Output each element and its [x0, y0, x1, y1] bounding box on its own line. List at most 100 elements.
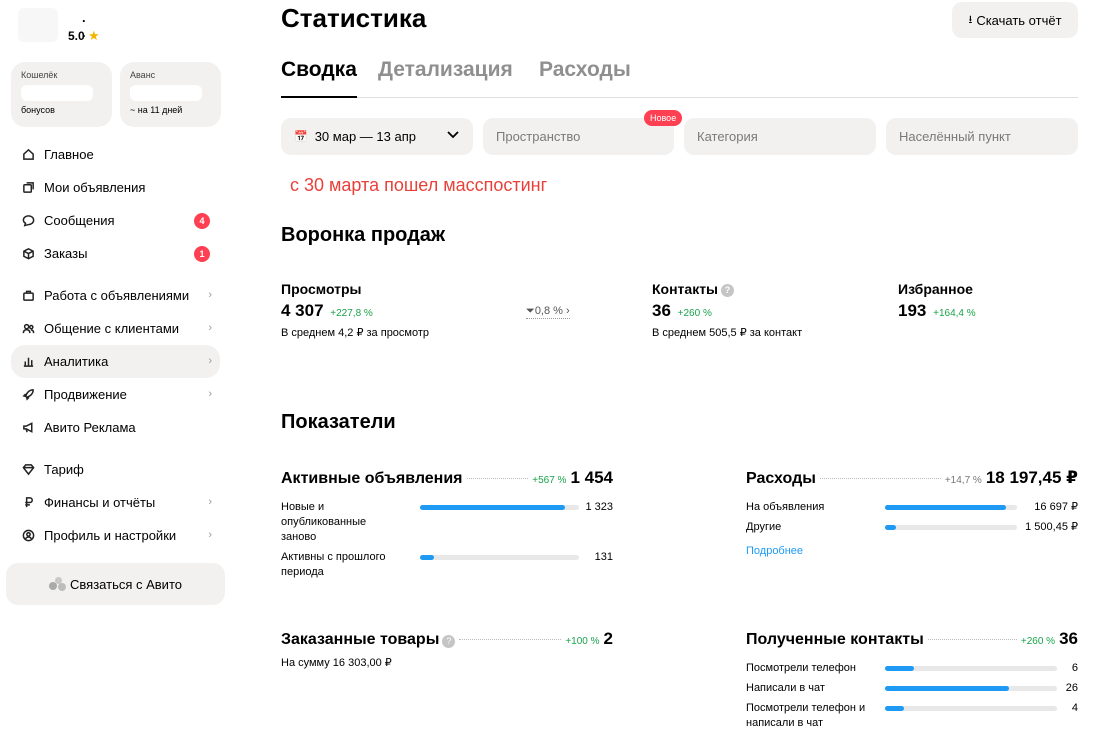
help-icon[interactable]: ? [721, 284, 735, 297]
sidebar-item-tariff[interactable]: Тариф [11, 453, 220, 486]
bar-fill [885, 686, 1009, 691]
rating-value: 5.0 [68, 29, 85, 43]
bar-track [885, 525, 1017, 530]
bar-label: На объявления [746, 501, 825, 513]
sidebar-item-messages[interactable]: Сообщения 4 [11, 204, 220, 237]
chart-icon [21, 355, 35, 369]
avatar[interactable] [18, 8, 58, 42]
bar-label: Посмотрели телефон и написали в чат [746, 702, 866, 729]
bar-fill [885, 666, 915, 671]
chevron-down-icon [446, 127, 460, 144]
wallet-card[interactable]: Кошелёк бонусов [11, 62, 112, 127]
sidebar-item-promotion[interactable]: Продвижение › [11, 378, 220, 411]
sidebar-item-finance[interactable]: Финансы и отчёты › [11, 486, 220, 519]
sidebar-item-label: Продвижение [44, 387, 127, 402]
sidebar-item-analytics[interactable]: Аналитика › [11, 345, 220, 378]
help-icon[interactable]: ? [442, 634, 456, 648]
chevron-right-icon: › [566, 305, 570, 317]
views-delta: +227,8 % [330, 308, 373, 319]
metric-delta: +100 % [565, 636, 600, 647]
download-report-button[interactable]: ⭳ Скачать отчёт [952, 2, 1078, 38]
bar-label: Другие [746, 521, 782, 533]
megaphone-icon [21, 421, 35, 435]
metric-ordered-goods: Заказанные товары ? +100 % 2 На сумму 16… [281, 629, 613, 669]
download-icon: ⭳ [968, 13, 973, 26]
metrics-title: Показатели [281, 411, 396, 433]
briefcase-icon [21, 289, 35, 303]
chevron-right-icon: › [208, 355, 212, 367]
tab-details[interactable]: Детализация [378, 58, 513, 98]
metric-total: 18 197,45 ₽ [985, 468, 1078, 487]
bar-fill [885, 525, 896, 530]
city-select[interactable]: Населённый пункт [886, 118, 1078, 155]
funnel-views: Просмотры 4 307 +227,8 % В среднем 4,2 ₽… [281, 281, 429, 339]
funnel-favorites: Избранное 193 +164,4 % [898, 281, 976, 321]
metric-total: 1 454 [570, 468, 613, 487]
bar-label: Написали в чат [746, 682, 825, 694]
bar-track [885, 505, 1017, 510]
page-title: Статистика [281, 3, 427, 33]
date-range-select[interactable]: 📅 30 мар — 13 апр [281, 118, 473, 155]
bar-row: Другие 1 500,45 ₽ [746, 520, 1078, 540]
favorites-value: 193 [898, 301, 927, 320]
contact-avito-button[interactable]: Связаться с Авито [6, 563, 225, 605]
sidebar-item-clients[interactable]: Общение с клиентами › [11, 312, 220, 345]
sidebar-item-label: Мои объявления [44, 180, 146, 195]
annotation-note: с 30 марта пошел масспостинг [290, 175, 548, 195]
box-icon [21, 247, 35, 261]
category-select[interactable]: Категория [684, 118, 876, 155]
advance-card[interactable]: Аванс ~ на 11 дней [120, 62, 221, 127]
metric-name: Активные объявления [281, 470, 463, 487]
bar-fill [885, 706, 904, 711]
wallet-title: Кошелёк [21, 70, 58, 80]
funnel-icon: ⏷ [526, 305, 535, 317]
metric-head: Полученные контакты +260 % 36 [746, 629, 1078, 653]
metric-total: 36 [1059, 629, 1078, 648]
messages-count-badge: 4 [194, 213, 210, 229]
bar-row: Новые и опубликованные заново 1 323 [281, 500, 613, 550]
metric-sub: На сумму 16 303,00 ₽ [281, 657, 392, 669]
sidebar-nav: Главное Мои объявления Сообщения 4 Заказ… [11, 138, 220, 552]
sidebar: . . 5.0 ★ Кошелёк бонусов Аванс ~ на 11 … [0, 0, 232, 740]
sidebar-item-profile[interactable]: Профиль и настройки › [11, 519, 220, 552]
profile-rating: 5.0 ★ [68, 28, 100, 44]
bar-value: 16 697 ₽ [1034, 501, 1078, 513]
metric-name: Полученные контакты [746, 631, 924, 648]
bar-value: 1 323 [585, 501, 613, 513]
bar-row: На объявления 16 697 ₽ [746, 500, 1078, 520]
bar-track [420, 555, 579, 560]
funnel-contacts: Контакты? 36 +260 % В среднем 505,5 ₽ за… [652, 281, 802, 339]
chevron-right-icon: › [208, 322, 212, 334]
metric-delta: +14,7 % [944, 475, 982, 486]
views-value: 4 307 [281, 301, 324, 320]
sidebar-item-orders[interactable]: Заказы 1 [11, 237, 220, 270]
contacts-note: В среднем 505,5 ₽ за контакт [652, 327, 803, 339]
metric-name: Расходы [746, 470, 816, 487]
bar-row: Посмотрели телефон и написали в чат 4 [746, 701, 1078, 731]
sidebar-item-home[interactable]: Главное [11, 138, 220, 171]
bar-track [420, 505, 579, 510]
funnel-title: Воронка продаж [281, 224, 446, 246]
sidebar-item-avito-ads[interactable]: Авито Реклама [11, 411, 220, 444]
diamond-icon [21, 463, 35, 477]
bar-fill [420, 505, 565, 510]
advance-title: Аванс [130, 70, 156, 80]
metric-head: Заказанные товары ? +100 % 2 [281, 629, 613, 653]
sidebar-item-ads-work[interactable]: Работа с объявлениями › [11, 279, 220, 312]
favorites-label: Избранное [898, 281, 973, 297]
bar-fill [885, 505, 1007, 510]
views-label: Просмотры [281, 281, 362, 297]
sidebar-item-my-ads[interactable]: Мои объявления [11, 171, 220, 204]
avito-logo-icon [49, 577, 67, 591]
chat-icon [21, 214, 35, 228]
favorites-value-row: 193 +164,4 % [898, 301, 976, 321]
more-link[interactable]: Подробнее [746, 545, 803, 557]
home-icon [21, 148, 35, 162]
tab-expenses[interactable]: Расходы [539, 58, 631, 98]
metric-delta: +260 % [1020, 636, 1056, 647]
conversion-link[interactable]: ⏷0,8 % › [526, 305, 570, 319]
sidebar-item-label: Аналитика [44, 354, 109, 369]
bar-row: Посмотрели телефон 6 [746, 661, 1078, 681]
tab-summary[interactable]: Сводка [281, 58, 357, 98]
ruble-icon [21, 496, 35, 510]
